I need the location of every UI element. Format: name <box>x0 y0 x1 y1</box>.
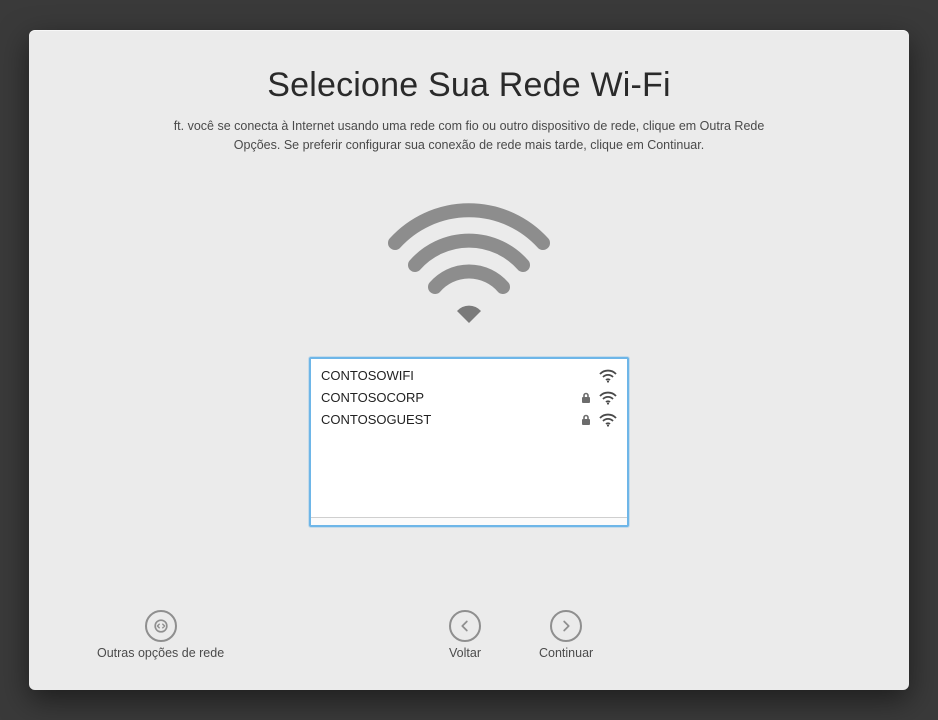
wifi-signal-icon <box>599 413 617 427</box>
subtitle-line-1: ft. você se conecta à Internet usando um… <box>174 119 765 133</box>
continue-button[interactable]: Continuar <box>539 610 593 660</box>
network-name: CONTOSOCORP <box>321 390 573 405</box>
other-network-options-label: Outras opções de rede <box>97 646 224 660</box>
network-name: CONTOSOWIFI <box>321 368 573 383</box>
scrollbar-track[interactable] <box>311 517 627 525</box>
network-row-icons <box>573 369 617 383</box>
arrow-right-icon <box>550 610 582 642</box>
network-row[interactable]: CONTOSOWIFI <box>321 365 617 387</box>
network-row[interactable]: CONTOSOCORP <box>321 387 617 409</box>
back-label: Voltar <box>449 646 481 660</box>
wifi-signal-icon <box>599 369 617 383</box>
center-area: CONTOSOWIFI <box>69 183 869 601</box>
network-row[interactable]: CONTOSOGUEST <box>321 409 617 431</box>
page-title: Selecione Sua Rede Wi-Fi <box>69 66 869 105</box>
other-network-options-button[interactable]: Outras opções de rede <box>97 610 224 660</box>
subtitle-line-2: Opções. Se preferir configurar sua conex… <box>234 138 704 152</box>
lock-icon <box>579 391 593 405</box>
continue-label: Continuar <box>539 646 593 660</box>
footer: Outras opções de rede Voltar Continuar <box>69 600 869 670</box>
network-name: CONTOSOGUEST <box>321 412 573 427</box>
network-row-icons <box>573 413 617 427</box>
network-row-icons <box>573 391 617 405</box>
page-subtitle: ft. você se conecta à Internet usando um… <box>174 117 765 155</box>
lock-icon <box>579 413 593 427</box>
network-options-icon <box>145 610 177 642</box>
lock-icon-slot <box>579 369 593 383</box>
wifi-icon <box>379 183 559 333</box>
network-list: CONTOSOWIFI <box>311 359 627 517</box>
wifi-signal-icon <box>599 391 617 405</box>
network-list-box[interactable]: CONTOSOWIFI <box>309 357 629 527</box>
back-button[interactable]: Voltar <box>449 610 481 660</box>
arrow-left-icon <box>449 610 481 642</box>
setup-window: Selecione Sua Rede Wi-Fi ft. você se con… <box>29 30 909 690</box>
